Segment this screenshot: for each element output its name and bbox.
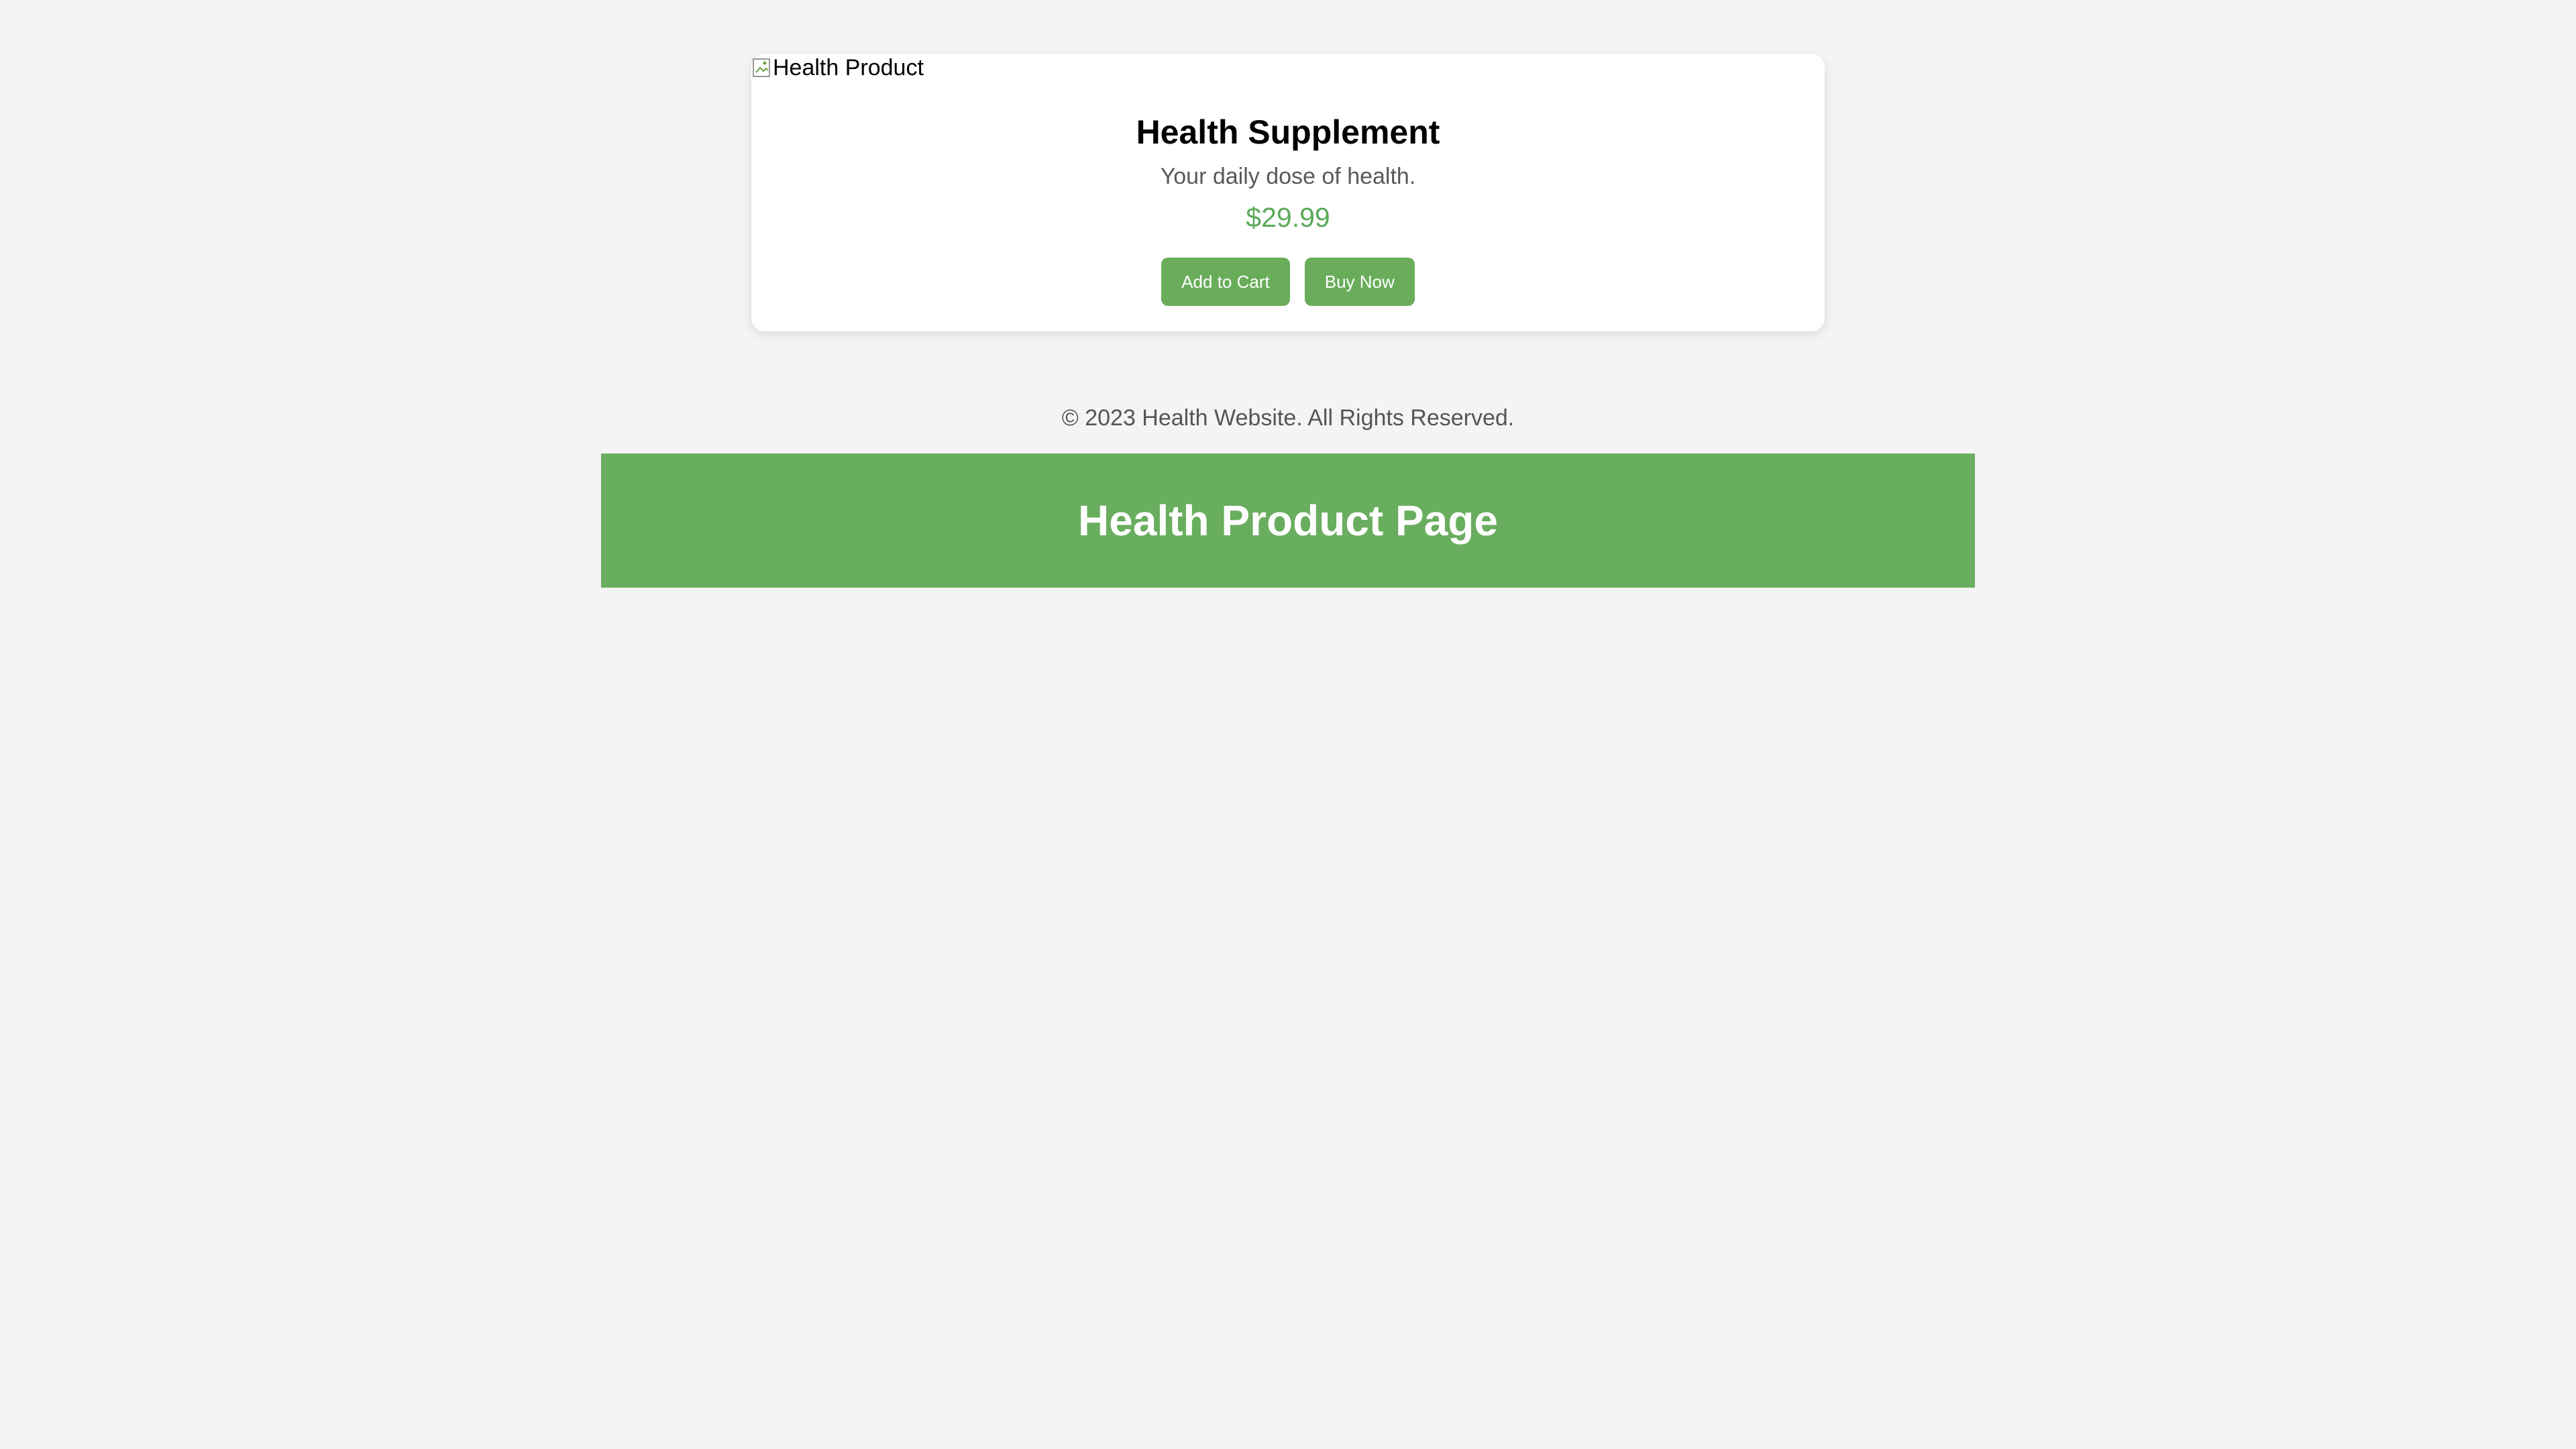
product-title: Health Supplement <box>1136 113 1440 151</box>
product-description: Your daily dose of health. <box>1160 164 1416 189</box>
product-image-alt-text: Health Product <box>773 55 924 80</box>
add-to-cart-button[interactable]: Add to Cart <box>1161 258 1290 306</box>
page-header-banner: Health Product Page <box>601 453 1975 588</box>
product-actions: Add to Cart Buy Now <box>751 258 1825 306</box>
product-card: Health Product Health Supplement Your da… <box>751 54 1825 331</box>
page-title: Health Product Page <box>1078 496 1498 545</box>
product-image: Health Product <box>751 54 924 82</box>
product-price: $29.99 <box>1246 202 1330 233</box>
footer-copyright: © 2023 Health Website. All Rights Reserv… <box>1061 405 1515 431</box>
buy-now-button[interactable]: Buy Now <box>1304 258 1415 306</box>
broken-image-icon <box>751 56 773 79</box>
